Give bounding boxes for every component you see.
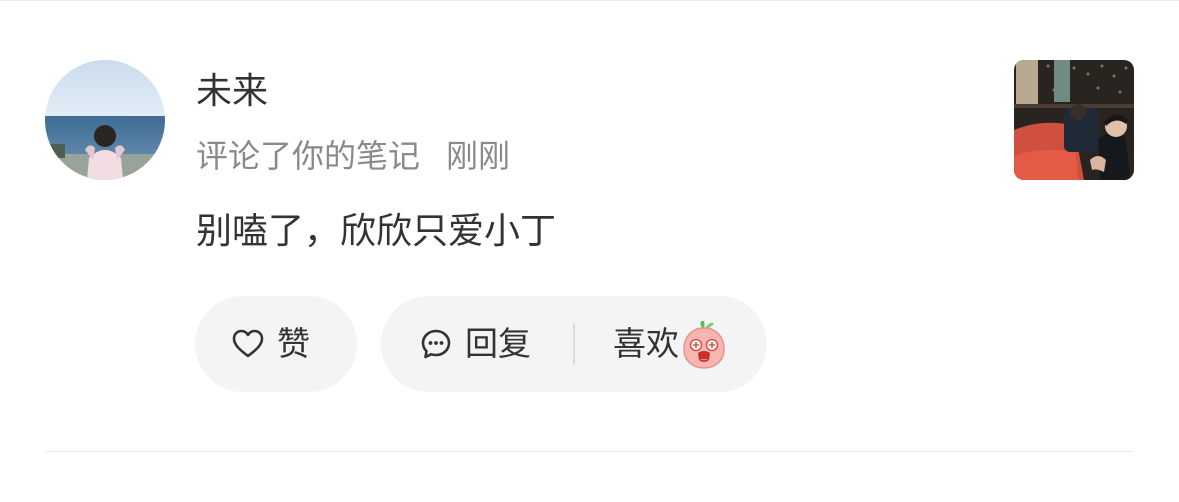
love-button[interactable]: 喜欢 <box>613 296 727 392</box>
like-label: 赞 <box>277 324 310 363</box>
action-separator <box>573 323 575 365</box>
reply-label: 回复 <box>465 324 531 363</box>
like-button[interactable]: 赞 <box>195 296 357 392</box>
chat-bubble-icon <box>421 329 451 359</box>
action-text: 评论了你的笔记 <box>196 137 421 175</box>
timestamp: 刚刚 <box>446 137 511 175</box>
avatar-image <box>45 60 165 180</box>
top-divider <box>0 0 1179 1</box>
reply-button[interactable]: 回复 <box>419 296 531 392</box>
peach-emoji-icon <box>683 320 725 369</box>
thumbnail-image <box>1014 60 1134 180</box>
love-label: 喜欢 <box>613 324 679 363</box>
user-avatar[interactable] <box>45 60 165 180</box>
reply-love-group: 回复 喜欢 <box>381 296 767 392</box>
note-thumbnail[interactable] <box>1014 60 1134 180</box>
bottom-divider <box>45 451 1134 452</box>
notification-meta: 评论了你的笔记 刚刚 <box>196 134 510 178</box>
username[interactable]: 未来 <box>196 68 268 116</box>
heart-outline-icon <box>232 329 264 358</box>
comment-text[interactable]: 别嗑了，欣欣只爱小丁 <box>196 206 556 258</box>
